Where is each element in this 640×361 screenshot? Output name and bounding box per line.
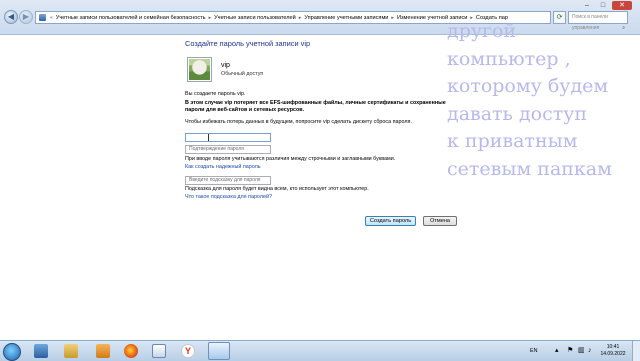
network-icon[interactable]: ▥ bbox=[578, 341, 585, 361]
reset-disk-text: Чтобы избежать потерь данных в будущем, … bbox=[185, 119, 412, 125]
firefox-icon[interactable] bbox=[124, 344, 138, 358]
files-icon[interactable] bbox=[96, 344, 110, 358]
language-indicator[interactable]: EN bbox=[530, 341, 538, 361]
strong-password-link[interactable]: Как создать надежный пароль bbox=[185, 164, 261, 170]
main-content: Создайте пароль учетной записи vip vip О… bbox=[0, 20, 640, 340]
volume-icon[interactable]: ♪ bbox=[588, 341, 592, 361]
start-orb-icon[interactable] bbox=[3, 343, 21, 361]
overlay-line: компьютер , bbox=[447, 47, 571, 70]
overlay-line: давать доступ bbox=[447, 102, 588, 125]
password-hint-help-link[interactable]: Что такое подсказка для паролей? bbox=[185, 194, 272, 200]
refresh-icon[interactable]: ⟳ bbox=[553, 11, 566, 24]
overlay-caption: другой компьютер , которому будем давать… bbox=[447, 18, 640, 183]
text-cursor bbox=[208, 134, 209, 141]
user-role: Обычный доступ bbox=[221, 71, 264, 77]
breadcrumb-item[interactable]: Учетные записи пользователей и семейная … bbox=[54, 15, 208, 21]
search-icon: ⌕ bbox=[622, 25, 625, 31]
breadcrumb-item[interactable]: Создать пар bbox=[474, 15, 510, 21]
show-desktop-button[interactable] bbox=[632, 341, 640, 361]
clock[interactable]: 10:41 14.09.2022 bbox=[596, 344, 630, 357]
yandex-icon[interactable]: Y bbox=[181, 344, 195, 358]
control-panel-icon bbox=[39, 14, 46, 21]
maximize-button[interactable]: □ bbox=[596, 1, 610, 10]
overlay-line: к приватным bbox=[447, 130, 578, 152]
overlay-line: сетевым папкам bbox=[447, 157, 612, 180]
case-note: При вводе пароля учитываются различия ме… bbox=[185, 156, 396, 162]
warning-line-2: пароли для веб-сайтов и сетевых ресурсов… bbox=[185, 107, 305, 113]
explorer-icon[interactable] bbox=[34, 344, 48, 358]
forward-button[interactable]: ▶ bbox=[19, 10, 33, 24]
archive-icon[interactable] bbox=[64, 344, 78, 358]
avatar bbox=[187, 57, 212, 82]
breadcrumb-item[interactable]: Учетные записи пользователей bbox=[212, 15, 298, 21]
breadcrumb-item[interactable]: Управление учетными записями bbox=[302, 15, 390, 21]
user-name: vip bbox=[221, 62, 230, 69]
user-picture-icon bbox=[189, 59, 210, 80]
page-title: Создайте пароль учетной записи vip bbox=[185, 39, 311, 48]
breadcrumb-item[interactable]: Изменение учетной записи bbox=[395, 15, 469, 21]
warning-line-1: В этом случае vip потеряет все EFS-шифро… bbox=[185, 100, 446, 106]
cancel-button[interactable]: Отмена bbox=[423, 216, 457, 226]
flag-icon[interactable]: ⚑ bbox=[567, 341, 573, 361]
creating-text: Вы создаете пароль vip. bbox=[185, 91, 246, 97]
search-input[interactable]: Поиск в панели управления ⌕ bbox=[568, 11, 628, 31]
breadcrumb[interactable]: « Учетные записи пользователей и семейна… bbox=[35, 11, 551, 24]
document-icon[interactable] bbox=[152, 344, 166, 358]
address-bar-area: – □ ✕ ◀ ▶ « Учетные записи пользователей… bbox=[0, 0, 640, 35]
taskbar: Y EN ▴ ⚑ ▥ ♪ 10:41 14.09.2022 bbox=[0, 340, 640, 361]
new-password-field[interactable] bbox=[185, 133, 271, 142]
password-hint-field[interactable]: Введите подсказку для пароля bbox=[185, 176, 271, 185]
close-button[interactable]: ✕ bbox=[612, 1, 632, 10]
back-button[interactable]: ◀ bbox=[4, 10, 18, 24]
tray-arrow-icon[interactable]: ▴ bbox=[555, 341, 559, 361]
overlay-line: которому будем bbox=[447, 75, 609, 97]
minimize-button[interactable]: – bbox=[580, 1, 594, 10]
hint-note: Подсказка для пароля будет видна всем, к… bbox=[185, 186, 369, 192]
create-password-button[interactable]: Создать пароль bbox=[365, 216, 416, 226]
confirm-password-field[interactable]: Подтверждение пароля bbox=[185, 145, 271, 154]
clock-date: 14.09.2022 bbox=[600, 350, 626, 357]
control-panel-icon[interactable] bbox=[208, 342, 230, 360]
